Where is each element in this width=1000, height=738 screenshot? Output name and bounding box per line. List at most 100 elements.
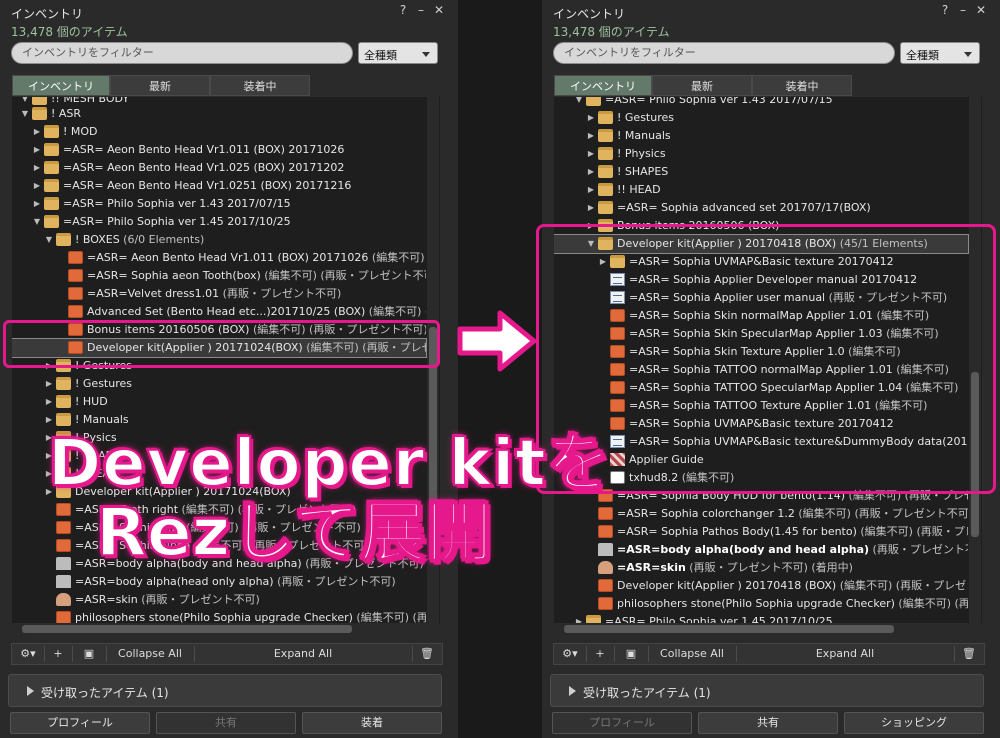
- chevron-down-icon[interactable]: ▼: [574, 97, 584, 109]
- chevron-right-icon[interactable]: ▶: [44, 375, 54, 393]
- wear-button[interactable]: 装着: [302, 712, 442, 734]
- tree-row[interactable]: ▶ ! MOD: [12, 123, 426, 141]
- minimize-icon[interactable]: –: [956, 3, 970, 17]
- type-select[interactable]: 全種類: [900, 42, 980, 64]
- profile-button[interactable]: プロフィール: [552, 712, 692, 734]
- chevron-right-icon[interactable]: ▶: [32, 123, 42, 141]
- tree-row[interactable]: ▶ !! HEAD: [554, 181, 968, 199]
- tree-row[interactable]: =ASR=skin (再販・プレゼント不可): [12, 591, 426, 609]
- divider: [614, 646, 615, 662]
- tree-row[interactable]: ▶ ! Gestures: [554, 109, 968, 127]
- tree-row[interactable]: ▶ =ASR= Philo Sophia ver 1.43 2017/07/15: [12, 195, 426, 213]
- tab-recent[interactable]: 最新: [652, 75, 752, 96]
- tree-row[interactable]: =ASR= Sophia Pathos Body(1.45 for bento)…: [554, 523, 968, 541]
- tree-row[interactable]: =ASR=body alpha(head only alpha) (再販・プレゼ…: [12, 573, 426, 591]
- clipboard-icon[interactable]: ▣: [616, 644, 646, 664]
- chevron-right-icon[interactable]: ▶: [586, 181, 596, 199]
- folder-icon: [44, 179, 59, 192]
- share-button[interactable]: 共有: [698, 712, 838, 734]
- tree-row[interactable]: =ASR=Velvet dress1.01 (再販・プレゼント不可): [12, 285, 426, 303]
- tree-row[interactable]: ▶ ! Physics: [554, 145, 968, 163]
- help-icon[interactable]: ?: [938, 3, 952, 17]
- item-permissions: (再販・プレゼント不可) (着: [872, 543, 968, 556]
- chevron-right-icon[interactable]: ▶: [32, 177, 42, 195]
- tree-row[interactable]: ▶ ! HUD: [12, 393, 426, 411]
- tree-row[interactable]: ▼ ! BOXES (6/0 Elements): [12, 231, 426, 249]
- tree-row[interactable]: Developer kit(Applier ) 20170418 (BOX) (…: [554, 577, 968, 595]
- profile-button[interactable]: プロフィール: [10, 712, 150, 734]
- share-button[interactable]: 共有: [156, 712, 296, 734]
- tree-row[interactable]: =ASR= Aeon Bento Head Vr1.011 (BOX) 2017…: [12, 249, 426, 267]
- caption-line-1: Developer kitを: [47, 427, 612, 501]
- chevron-right-icon[interactable]: ▶: [32, 195, 42, 213]
- trash-icon[interactable]: 🗑: [414, 644, 440, 664]
- horizontal-scrollbar[interactable]: [12, 623, 426, 635]
- tree-row[interactable]: Advanced Set (Bento Head etc...)201710/2…: [12, 303, 426, 321]
- tree-row-label: ! BOXES (6/0 Elements): [75, 231, 204, 249]
- tree-row[interactable]: =ASR=skin (再販・プレゼント不可) (着用中): [554, 559, 968, 577]
- trash-icon[interactable]: 🗑: [956, 644, 982, 664]
- chevron-down-icon[interactable]: ▼: [32, 213, 42, 231]
- expand-all-button[interactable]: Expand All: [196, 644, 410, 664]
- tree-row[interactable]: ▶ ! Gestures: [12, 375, 426, 393]
- horizontal-scrollbar[interactable]: [554, 623, 968, 635]
- add-icon[interactable]: +: [46, 644, 70, 664]
- tab-inventory[interactable]: インベントリ: [12, 75, 110, 96]
- received-items-accordion[interactable]: 受け取ったアイテム (1): [8, 674, 442, 707]
- item-name: ! MOD: [63, 125, 98, 138]
- gear-icon[interactable]: ⚙▾: [14, 644, 42, 664]
- chevron-right-icon[interactable]: ▶: [44, 393, 54, 411]
- chevron-right-icon[interactable]: ▶: [586, 199, 596, 217]
- tree-row-label: =ASR= Aeon Bento Head Vr1.011 (BOX) 2017…: [63, 141, 344, 159]
- folder-icon: [44, 125, 59, 138]
- tree-row[interactable]: ▼ =ASR= Philo Sophia ver 1.43 2017/07/15: [554, 97, 968, 109]
- chevron-down-icon[interactable]: ▼: [44, 231, 54, 249]
- tab-inventory[interactable]: インベントリ: [554, 75, 652, 96]
- tab-worn[interactable]: 装着中: [752, 75, 852, 96]
- chevron-right-icon[interactable]: ▶: [586, 109, 596, 127]
- tree-row[interactable]: ▶ =ASR= Aeon Bento Head Vr1.011 (BOX) 201…: [12, 141, 426, 159]
- tree-row[interactable]: ▶ ! Manuals: [554, 127, 968, 145]
- tree-row[interactable]: ▶ =ASR= Aeon Bento Head Vr1.0251 (BOX) 20…: [12, 177, 426, 195]
- tree-row[interactable]: ▼ ! ASR: [12, 105, 426, 123]
- tree-row[interactable]: philosophers stone(Philo Sophia upgrade …: [554, 595, 968, 613]
- tree-row[interactable]: ▶ ! SHAPES: [554, 163, 968, 181]
- gear-icon[interactable]: ⚙▾: [556, 644, 584, 664]
- received-items-accordion[interactable]: 受け取ったアイテム (1): [550, 674, 984, 707]
- box-icon: [68, 251, 83, 264]
- type-select[interactable]: 全種類: [358, 42, 438, 64]
- clipboard-icon[interactable]: ▣: [74, 644, 104, 664]
- close-icon[interactable]: ✕: [974, 3, 988, 17]
- tree-row[interactable]: ▶ =ASR= Philo Sophia ver 1.45 2017/10/25: [554, 613, 968, 623]
- tab-recent[interactable]: 最新: [110, 75, 210, 96]
- shopping-button[interactable]: ショッピング: [844, 712, 984, 734]
- filter-input[interactable]: インベントリをフィルター: [553, 42, 895, 64]
- chevron-right-icon[interactable]: ▶: [586, 127, 596, 145]
- add-icon[interactable]: +: [588, 644, 612, 664]
- tree-row[interactable]: ▶ =ASR= Sophia advanced set 201707/17(BOX…: [554, 199, 968, 217]
- tree-row[interactable]: philosophers stone(Philo Sophia upgrade …: [12, 609, 426, 623]
- tree-row[interactable]: ▶ =ASR= Aeon Bento Head Vr1.025 (BOX) 201…: [12, 159, 426, 177]
- scroll-thumb[interactable]: [564, 625, 894, 633]
- minimize-icon[interactable]: –: [414, 3, 428, 17]
- chevron-right-icon[interactable]: ▶: [32, 141, 42, 159]
- tab-worn[interactable]: 装着中: [210, 75, 310, 96]
- chevron-right-icon[interactable]: ▶: [32, 159, 42, 177]
- scroll-thumb[interactable]: [22, 625, 352, 633]
- collapse-all-button[interactable]: Collapse All: [108, 644, 192, 664]
- tree-row[interactable]: =ASR=body alpha(body and head alpha) (再販…: [554, 541, 968, 559]
- chevron-down-icon[interactable]: ▼: [20, 105, 30, 123]
- chevron-right-icon[interactable]: ▶: [574, 613, 584, 623]
- help-icon[interactable]: ?: [396, 3, 410, 17]
- collapse-all-button[interactable]: Collapse All: [650, 644, 734, 664]
- expand-all-button[interactable]: Expand All: [738, 644, 952, 664]
- tree-row[interactable]: =ASR= Sophia colorchanger 1.2 (編集不可) (再販…: [554, 505, 968, 523]
- chevron-right-icon[interactable]: ▶: [586, 163, 596, 181]
- tree-row-label: ! MOD: [63, 123, 98, 141]
- chevron-right-icon[interactable]: ▶: [586, 145, 596, 163]
- filter-input[interactable]: インベントリをフィルター: [11, 42, 353, 64]
- item-permissions: (編集不可) (再販・プレゼント不可): [794, 507, 968, 520]
- tree-row[interactable]: =ASR= Sophia aeon Tooth(box) (編集不可) (再販・…: [12, 267, 426, 285]
- close-icon[interactable]: ✕: [432, 3, 446, 17]
- tree-row[interactable]: ▼ =ASR= Philo Sophia ver 1.45 2017/10/25: [12, 213, 426, 231]
